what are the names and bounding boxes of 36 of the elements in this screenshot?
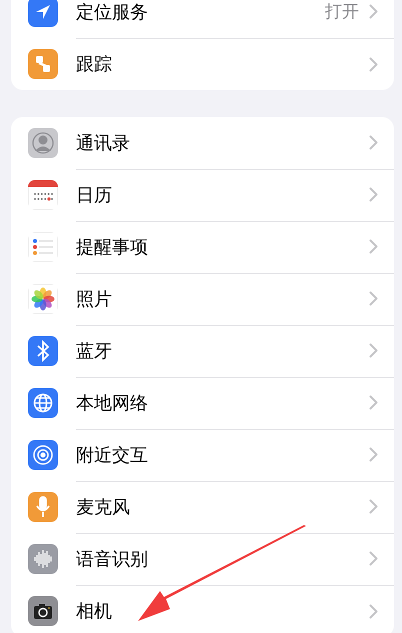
calendar-icon [28,180,58,210]
chevron-icon [369,447,378,462]
tracking-icon [28,49,58,79]
setting-label[interactable]: 照片 [76,286,369,310]
chevron-icon [369,551,378,566]
setting-label[interactable]: 附近交互 [76,442,369,466]
chevron-icon [369,291,378,306]
reminders-icon [28,232,58,262]
globe-icon [28,388,58,418]
chevron-icon [369,343,378,358]
setting-label[interactable]: 通讯录 [76,130,369,154]
chevron-icon [369,395,378,410]
setting-value: 打开 [325,1,359,23]
chevron-icon [369,135,378,150]
camera-icon [28,596,58,626]
chevron-icon [369,499,378,514]
setting-label[interactable]: 蓝牙 [76,338,369,362]
chevron-icon [369,56,378,72]
setting-label[interactable]: 相机 [76,599,369,623]
chevron-icon [369,4,378,19]
bluetooth-icon [28,336,58,366]
setting-label[interactable]: 定位服务 [76,0,325,24]
setting-label[interactable]: 日历 [76,182,369,206]
setting-label[interactable]: 麦克风 [76,494,369,518]
chevron-icon [369,187,378,202]
flower-icon [28,284,58,314]
microphone-icon [28,492,58,522]
chevron-icon [369,239,378,254]
waveform-icon [28,544,58,574]
contacts-icon [28,128,58,158]
setting-label[interactable]: 提醒事项 [76,234,369,258]
concentric-circles-icon [28,440,58,470]
chevron-icon [369,604,378,618]
setting-label[interactable]: 跟踪 [76,52,369,76]
setting-label[interactable]: 本地网络 [76,390,369,414]
setting-label[interactable]: 语音识别 [76,546,369,570]
